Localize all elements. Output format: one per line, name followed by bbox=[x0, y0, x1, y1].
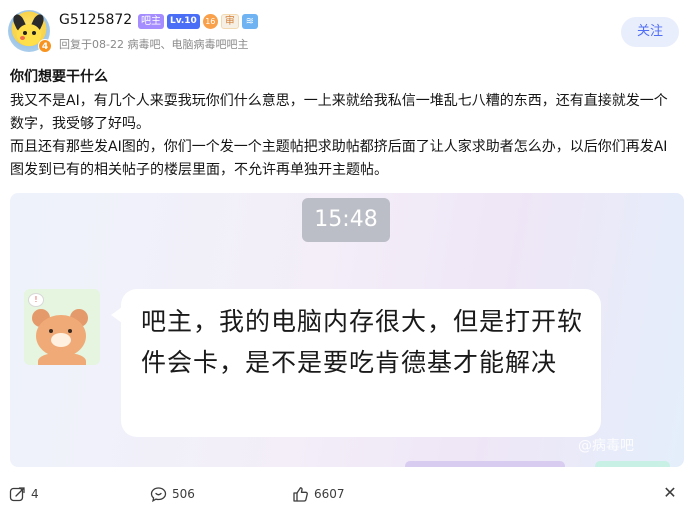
bear-eye bbox=[49, 329, 53, 333]
next-message-preview bbox=[405, 461, 565, 467]
next-message-preview bbox=[595, 461, 670, 467]
comment-button[interactable]: 506 bbox=[150, 484, 195, 504]
avatar-face bbox=[17, 24, 41, 46]
like-count: 6607 bbox=[314, 487, 345, 501]
review-badge: 审 bbox=[220, 14, 239, 29]
chat-message: 吧主，我的电脑内存很大，但是打开软件会卡，是不是要吃肯德基才能解决 bbox=[111, 289, 601, 437]
share-count: 4 bbox=[31, 487, 39, 501]
like-button[interactable]: 6607 bbox=[292, 484, 345, 504]
post-body: 我又不是AI，有几个人来耍我玩你们什么意思，一上来就给我私信一堆乱七八糟的东西，… bbox=[10, 90, 680, 182]
follow-button[interactable]: 关注 bbox=[621, 17, 679, 47]
bear-body bbox=[38, 353, 86, 365]
close-icon[interactable]: ✕ bbox=[662, 484, 678, 502]
share-button[interactable]: 4 bbox=[9, 484, 39, 504]
post-image[interactable]: 15:48 ! 吧主，我的电脑内存很大，但是打开软件会卡，是不是要吃肯德基才能解… bbox=[10, 193, 684, 467]
thumbs-up-icon bbox=[293, 486, 308, 502]
post-header: 4 G5125872 吧主 Lv.10 16 审 ≋ 回复于08-22 病毒吧、… bbox=[8, 8, 679, 56]
bear-snout bbox=[51, 333, 71, 347]
image-watermark: @病毒吧 bbox=[578, 438, 634, 454]
owner-badge: 吧主 bbox=[138, 14, 164, 29]
circle-badge: 16 bbox=[202, 14, 218, 29]
post-paragraph: 而且还有那些发AI图的，你们一个发一个主题帖把求助帖都挤后面了让人家求助者怎么办… bbox=[10, 139, 668, 178]
speech-bubble-icon: ! bbox=[28, 293, 44, 307]
avatar-eye bbox=[32, 31, 36, 35]
avatar-level-badge: 4 bbox=[38, 39, 52, 53]
post-paragraph: 我又不是AI，有几个人来耍我玩你们什么意思，一上来就给我私信一堆乱七八糟的东西，… bbox=[10, 93, 668, 132]
reply-meta: 回复于08-22 病毒吧、电脑病毒吧吧主 bbox=[59, 38, 249, 51]
avatar-eye bbox=[23, 31, 27, 35]
level-badge: Lv.10 bbox=[167, 14, 200, 29]
wave-badge: ≋ bbox=[241, 14, 258, 29]
chat-time: 15:48 bbox=[302, 198, 390, 242]
post-title: 你们想要干什么 bbox=[10, 69, 108, 85]
share-icon bbox=[9, 486, 25, 501]
user-badges: 吧主 Lv.10 16 审 ≋ bbox=[138, 14, 258, 30]
comment-icon bbox=[150, 486, 167, 502]
username[interactable]: G5125872 bbox=[59, 12, 132, 28]
comment-count: 506 bbox=[172, 487, 195, 501]
action-bar: 4 506 6607 ✕ bbox=[0, 480, 687, 508]
bear-avatar: ! bbox=[24, 289, 100, 365]
bear-eye bbox=[68, 329, 72, 333]
avatar-cheek bbox=[20, 36, 25, 40]
